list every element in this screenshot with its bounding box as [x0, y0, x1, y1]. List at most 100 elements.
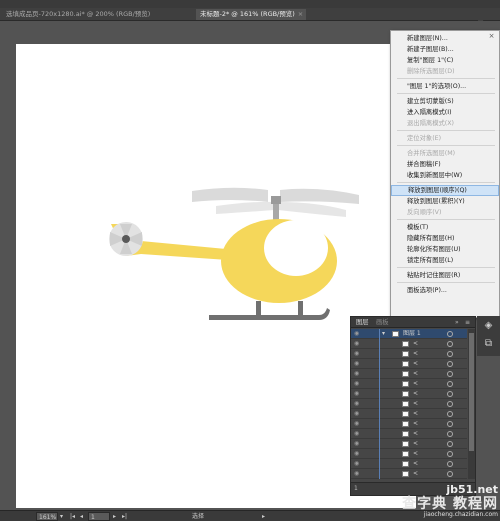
target-circle-icon[interactable] [447, 451, 453, 457]
close-icon[interactable]: × [298, 10, 303, 18]
sublayer-row[interactable]: ◉ < [351, 419, 467, 429]
target-circle-icon[interactable] [447, 461, 453, 467]
menu-item[interactable]: 锁定所有图层(L) [391, 255, 499, 266]
sublayer-row[interactable]: ◉ < [351, 429, 467, 439]
menu-separator [397, 78, 495, 79]
target-circle-icon[interactable] [447, 361, 453, 367]
target-circle-icon[interactable] [447, 351, 453, 357]
visibility-eye-icon[interactable]: ◉ [354, 441, 360, 447]
visibility-eye-icon[interactable]: ◉ [354, 371, 360, 377]
sublayer-row[interactable]: ◉ < [351, 379, 467, 389]
visibility-eye-icon[interactable]: ◉ [354, 331, 360, 337]
sublayer-row[interactable]: ◉ < [351, 439, 467, 449]
visibility-eye-icon[interactable]: ◉ [354, 351, 360, 357]
menu-item[interactable]: 复制"图层 1"(C) [391, 55, 499, 66]
target-circle-icon[interactable] [447, 401, 453, 407]
tab-layers[interactable]: 图层 [353, 318, 372, 328]
sublayer-row[interactable]: ◉ < [351, 469, 467, 479]
target-circle-icon[interactable] [447, 421, 453, 427]
menu-item[interactable]: 拼合图稿(F) [391, 159, 499, 170]
layers-scrollbar[interactable] [468, 329, 475, 479]
target-circle-icon[interactable] [447, 381, 453, 387]
visibility-eye-icon[interactable]: ◉ [354, 341, 360, 347]
tab-document-1[interactable]: 选填成品页-720x1280.ai* @ 200% (RGB/预览) [2, 9, 194, 20]
menu-item[interactable]: 粘贴时记住图层(R) [391, 270, 499, 281]
layer-color-bar [379, 359, 380, 369]
artboards-icon[interactable]: ⧉ [483, 338, 494, 349]
sublayer-row[interactable]: ◉ < [351, 369, 467, 379]
sublayer-row[interactable]: ◉ < [351, 409, 467, 419]
layer-color-bar [379, 469, 380, 479]
expand-arrow-icon[interactable]: ▾ [382, 329, 385, 339]
target-circle-icon[interactable] [447, 441, 453, 447]
menu-item[interactable]: 释放到图层(顺序)(Q) [391, 185, 499, 196]
menu-item[interactable]: 隐藏所有图层(H) [391, 233, 499, 244]
tab-artboards[interactable]: 画板 [373, 318, 392, 328]
prev-page-icon[interactable]: ◂ [80, 512, 83, 521]
target-circle-icon[interactable] [447, 391, 453, 397]
first-page-icon[interactable]: |◂ [70, 512, 75, 521]
status-arrow-icon[interactable]: ▸ [262, 512, 265, 521]
visibility-eye-icon[interactable]: ◉ [354, 421, 360, 427]
sublayer-row[interactable]: ◉ < [351, 389, 467, 399]
panel-dock: ◈ ⧉ [477, 316, 500, 356]
menu-item[interactable]: 建立剪切蒙版(S) [391, 96, 499, 107]
visibility-eye-icon[interactable]: ◉ [354, 361, 360, 367]
target-circle-icon[interactable] [447, 431, 453, 437]
visibility-eye-icon[interactable]: ◉ [354, 451, 360, 457]
sublayer-row[interactable]: ◉ < [351, 459, 467, 469]
scroll-thumb[interactable] [469, 333, 474, 451]
chevron-down-icon[interactable]: ▾ [60, 512, 63, 521]
sublayer-row[interactable]: ◉ < [351, 449, 467, 459]
tab-document-2[interactable]: 未标题-2* @ 161% (RGB/预览) × [196, 9, 306, 20]
visibility-eye-icon[interactable]: ◉ [354, 401, 360, 407]
watermark-title: 查字典 教程网 [402, 496, 498, 512]
target-circle-icon[interactable] [447, 471, 453, 477]
visibility-eye-icon[interactable]: ◉ [354, 461, 360, 467]
layers-icon[interactable]: ◈ [483, 320, 494, 331]
watermark-sub: jiaocheng.chazidian.com [423, 511, 498, 518]
layer-color-bar [379, 419, 380, 429]
sublayer-row[interactable]: ◉ < [351, 399, 467, 409]
target-circle-icon[interactable] [447, 341, 453, 347]
layer-color-bar [379, 329, 380, 339]
collapse-icon[interactable]: » [455, 318, 459, 327]
layer-thumbnail [402, 391, 409, 397]
menu-item[interactable]: 进入隔离模式(I) [391, 107, 499, 118]
layer-thumbnail [402, 461, 409, 467]
target-circle-icon[interactable] [447, 411, 453, 417]
panel-menu-icon[interactable]: ≡ [465, 318, 470, 327]
menu-item[interactable]: 轮廓化所有图层(U) [391, 244, 499, 255]
menu-item[interactable]: 释放到图层(累积)(Y) [391, 196, 499, 207]
menu-item[interactable]: 面板选项(P)... [391, 285, 499, 296]
visibility-eye-icon[interactable]: ◉ [354, 411, 360, 417]
menu-item[interactable]: 收集到新图层中(W) [391, 170, 499, 181]
sublayer-row[interactable]: ◉ < [351, 359, 467, 369]
menu-item[interactable]: 模板(T) [391, 222, 499, 233]
target-circle-icon[interactable] [447, 331, 453, 337]
menu-item[interactable]: "图层 1"的选项(O)... [391, 81, 499, 92]
menu-item[interactable]: 新建图层(N)... [391, 33, 499, 44]
layer-name: < [413, 400, 419, 407]
layer-color-bar [379, 339, 380, 349]
layer-thumbnail [402, 451, 409, 457]
layer-name: < [413, 470, 419, 477]
rotor-blade-back-left [216, 201, 274, 214]
layer-count-label: 1 [354, 485, 358, 492]
layer-thumbnail [402, 411, 409, 417]
target-circle-icon[interactable] [447, 371, 453, 377]
sublayer-row[interactable]: ◉ < [351, 339, 467, 349]
visibility-eye-icon[interactable]: ◉ [354, 431, 360, 437]
visibility-eye-icon[interactable]: ◉ [354, 391, 360, 397]
visibility-eye-icon[interactable]: ◉ [354, 471, 360, 477]
sublayer-row[interactable]: ◉ < [351, 349, 467, 359]
layer-row[interactable]: ◉ ▾ 图层 1 [351, 329, 467, 339]
page-field[interactable]: 1 [88, 512, 110, 521]
next-page-icon[interactable]: ▸ [113, 512, 116, 521]
menu-item[interactable]: 新建子图层(B)... [391, 44, 499, 55]
last-page-icon[interactable]: ▸| [122, 512, 127, 521]
landing-skid [209, 308, 330, 320]
zoom-field[interactable]: 161% [36, 512, 58, 521]
layer-thumbnail [402, 371, 409, 377]
visibility-eye-icon[interactable]: ◉ [354, 381, 360, 387]
